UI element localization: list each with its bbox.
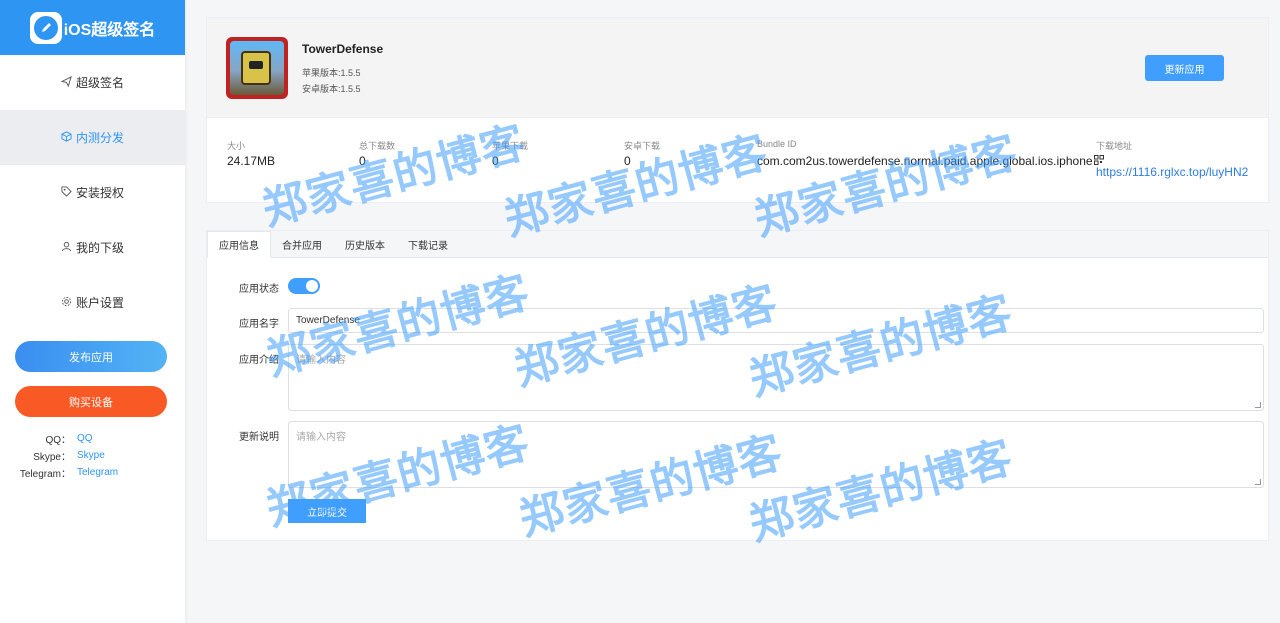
app-intro-textarea[interactable]: 请输入内容 [288, 344, 1264, 411]
tag-icon [61, 185, 72, 200]
changelog-label: 更新说明 [239, 432, 279, 443]
contact-label: Skype： [33, 452, 71, 463]
download-url-link[interactable]: https://1116.rglxc.top/luyHN2 [1096, 165, 1248, 179]
app-form-card: 应用信息 合并应用 历史版本 下载记录 应用状态 应用名字 TowerDefen… [206, 230, 1269, 541]
stat-label: 大小 [227, 141, 246, 151]
stat-android-downloads: 安卓下载 0 [624, 139, 660, 168]
user-icon [61, 241, 72, 255]
stat-label: 苹果下载 [492, 141, 529, 151]
status-label: 应用状态 [239, 284, 279, 295]
bundle-id-value: com.com2us.towerdefense.normal.paid.appl… [757, 154, 1093, 168]
stat-size: 大小 24.17MB [227, 139, 275, 168]
app-name: TowerDefense [302, 42, 384, 56]
box-icon [61, 130, 72, 145]
nav-item-install-auth[interactable]: 安装授权 [0, 165, 185, 220]
app-stats-card: 大小 24.17MB 总下载数 0 苹果下载 0 安卓下载 0 Bundle I… [206, 118, 1269, 203]
stat-value: 24.17MB [227, 154, 276, 168]
app-logo-text: iOS超级签名 [63, 21, 156, 39]
contact-row-skype: Skype： Skype [0, 447, 185, 464]
update-app-button[interactable]: 更新应用 [1145, 55, 1224, 81]
nav-label: 内测分发 [75, 131, 124, 145]
tab-merge-app[interactable]: 合并应用 [271, 231, 334, 258]
stat-bundle-id: Bundle ID com.com2us.towerdefense.normal… [757, 139, 1104, 168]
sidebar: iOS超级签名 超级签名 内测分发 安装授权 我的下级 账户设置 发布应用 购买… [0, 0, 185, 623]
app-status-toggle[interactable] [288, 278, 320, 294]
contact-list: QQ： QQ Skype： Skype Telegram： Telegram [0, 430, 185, 481]
nav-label: 账户设置 [75, 296, 124, 310]
stat-value: 0 [492, 154, 499, 168]
nav-label: 安装授权 [75, 186, 124, 200]
tab-download-records[interactable]: 下载记录 [397, 231, 460, 258]
ios-version: 苹果版本:1.5.5 [302, 68, 361, 78]
nav-item-account-settings[interactable]: 账户设置 [0, 275, 185, 330]
contact-row-telegram: Telegram： Telegram [0, 464, 185, 481]
pen-icon [29, 11, 62, 44]
gear-icon [61, 296, 72, 310]
nav-label: 超级签名 [75, 76, 124, 90]
contact-label: Telegram： [19, 469, 71, 480]
stat-ios-downloads: 苹果下载 0 [492, 139, 528, 168]
nav-item-beta-distribution[interactable]: 内测分发 [0, 110, 185, 165]
send-icon [60, 75, 72, 90]
nav-item-super-sign[interactable]: 超级签名 [0, 55, 185, 110]
stat-label: 总下载数 [359, 141, 396, 151]
app-icon [226, 37, 288, 99]
nav-item-subordinates[interactable]: 我的下级 [0, 220, 185, 275]
contact-link-skype[interactable]: Skype [77, 450, 105, 461]
logo-bar[interactable]: iOS超级签名 [0, 0, 185, 55]
submit-button[interactable]: 立即提交 [288, 499, 366, 523]
stat-label: 下载地址 [1096, 141, 1133, 151]
changelog-placeholder: 请输入内容 [296, 432, 346, 443]
stat-value: 0 [624, 154, 631, 168]
changelog-textarea[interactable]: 请输入内容 [288, 421, 1264, 488]
stat-total-downloads: 总下载数 0 [359, 139, 395, 168]
contact-label: QQ： [45, 435, 71, 446]
stat-download-url: 下载地址 https://1116.rglxc.top/luyHN2 [1096, 139, 1248, 179]
tab-app-info[interactable]: 应用信息 [207, 231, 271, 258]
app-name-input[interactable]: TowerDefense [288, 308, 1264, 333]
nav-label: 我的下级 [75, 241, 124, 255]
intro-label: 应用介绍 [239, 355, 279, 366]
stat-label: Bundle ID [757, 139, 797, 149]
intro-placeholder: 请输入内容 [296, 355, 346, 366]
name-label: 应用名字 [239, 319, 279, 330]
buy-device-button[interactable]: 购买设备 [15, 386, 167, 417]
tab-history-versions[interactable]: 历史版本 [334, 231, 397, 258]
stat-label: 安卓下载 [624, 141, 661, 151]
android-version: 安卓版本:1.5.5 [302, 84, 361, 94]
contact-link-telegram[interactable]: Telegram [77, 467, 118, 478]
app-header-card: TowerDefense 苹果版本:1.5.5 安卓版本:1.5.5 更新应用 [206, 17, 1269, 118]
contact-link-qq[interactable]: QQ [77, 433, 93, 444]
publish-app-button[interactable]: 发布应用 [15, 341, 167, 372]
tab-bar: 应用信息 合并应用 历史版本 下载记录 [207, 231, 1268, 258]
contact-row-qq: QQ： QQ [0, 430, 185, 447]
stat-value: 0 [359, 154, 366, 168]
